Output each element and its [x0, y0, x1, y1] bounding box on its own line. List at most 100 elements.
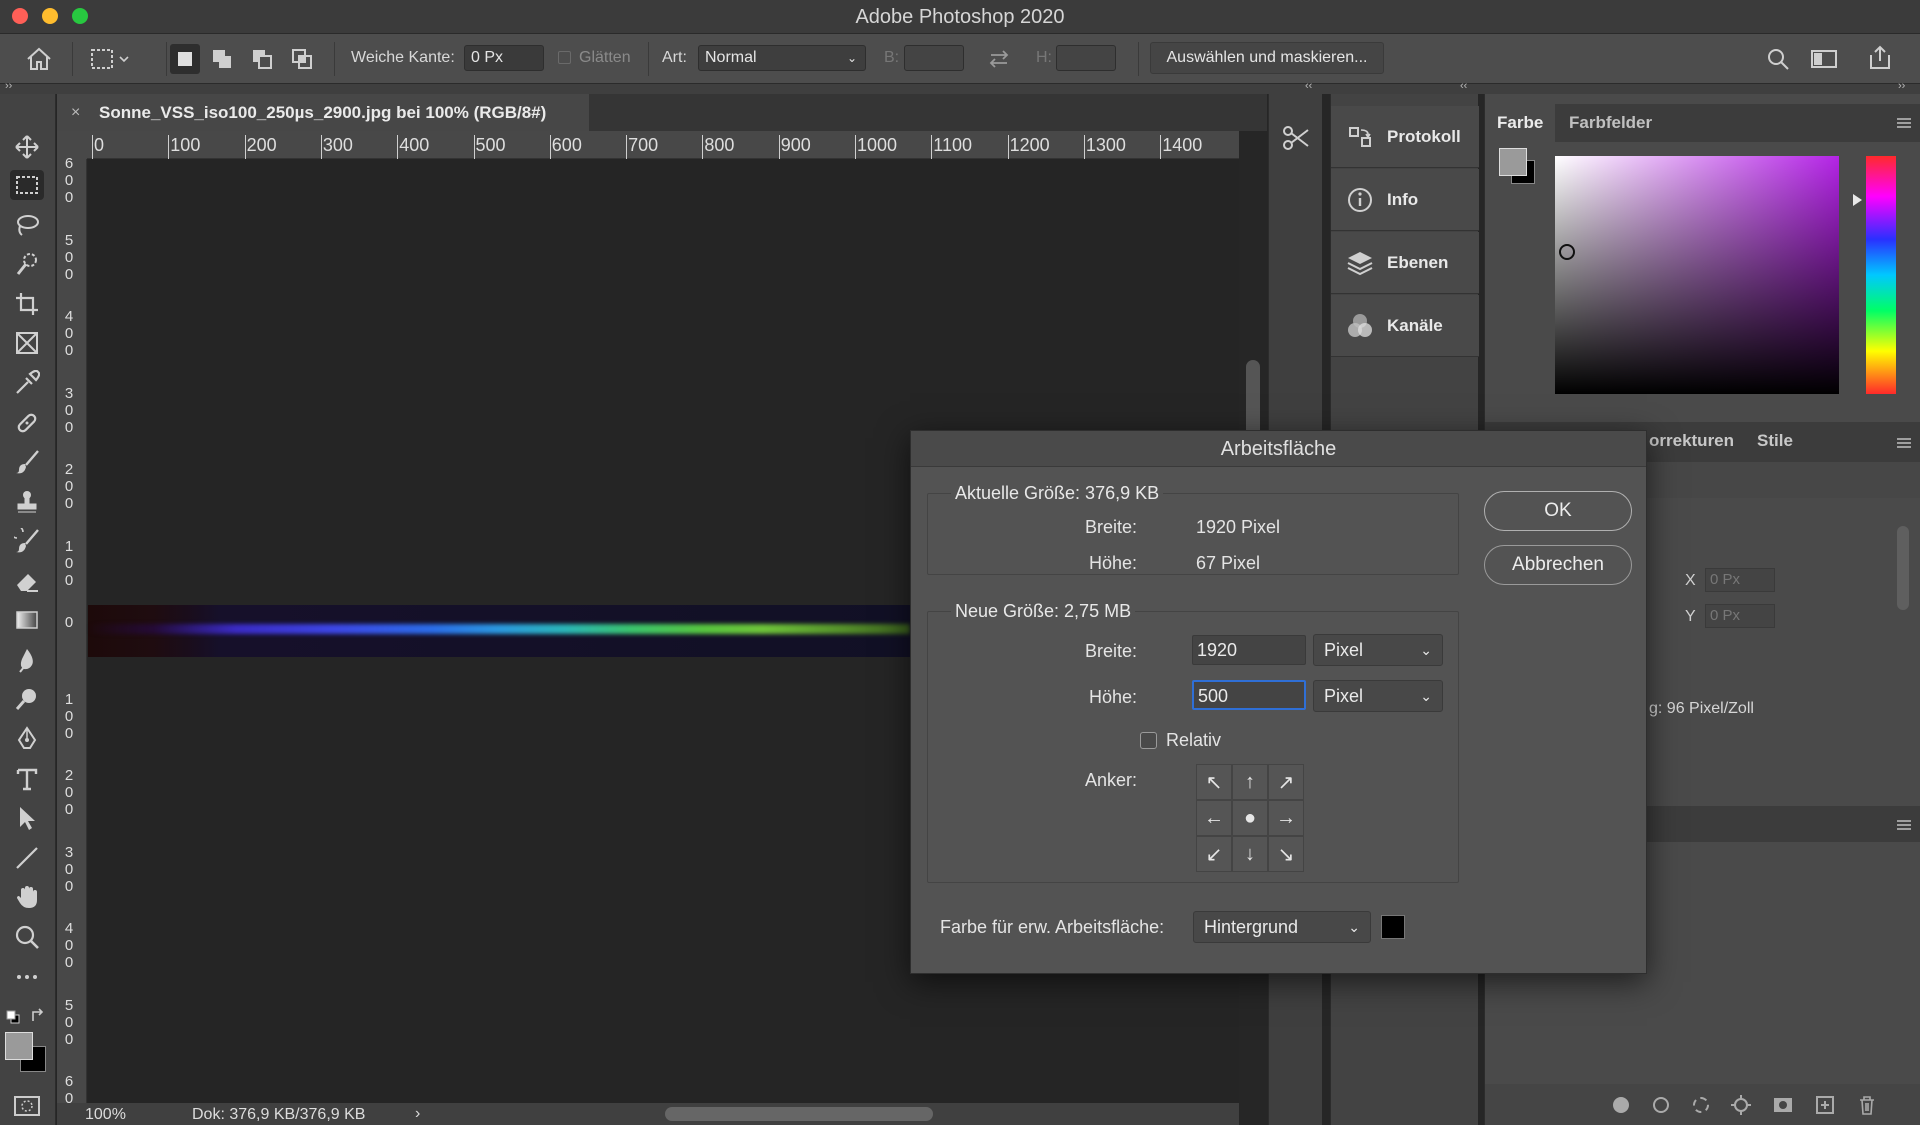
blur-tool-icon[interactable]: [10, 645, 44, 675]
extension-color-select[interactable]: Hintergrund ⌄: [1193, 911, 1371, 943]
anchor-left[interactable]: ←: [1196, 800, 1232, 836]
new-width-input[interactable]: 1920: [1192, 635, 1306, 665]
ok-button[interactable]: OK: [1484, 491, 1632, 531]
quick-selection-tool-icon[interactable]: [10, 249, 44, 279]
feather-input[interactable]: 0 Px: [464, 45, 544, 71]
anchor-top-right[interactable]: ↗: [1268, 764, 1304, 800]
zoom-tool-icon[interactable]: [10, 922, 44, 952]
eyedropper-tool-icon[interactable]: [10, 368, 44, 398]
dodge-tool-icon[interactable]: [10, 684, 44, 714]
panel-menu-icon[interactable]: [1897, 436, 1911, 448]
color-picker-cursor[interactable]: [1559, 244, 1575, 260]
share-icon[interactable]: [1864, 42, 1896, 74]
trash-icon[interactable]: [1857, 1095, 1877, 1115]
anchor-center[interactable]: ●: [1232, 800, 1268, 836]
y-input[interactable]: 0 Px: [1705, 604, 1775, 628]
rectangular-marquee-tool-icon[interactable]: [10, 170, 44, 200]
intersect-selection-icon[interactable]: [288, 44, 318, 74]
marquee-tool-preset-icon[interactable]: [88, 44, 132, 74]
panel-info[interactable]: Info: [1331, 169, 1479, 231]
line-tool-icon[interactable]: [10, 843, 44, 873]
hand-tool-icon[interactable]: [10, 882, 44, 912]
anchor-bottom[interactable]: ↓: [1232, 836, 1268, 872]
add-selection-icon[interactable]: [208, 44, 238, 74]
new-height-input[interactable]: 500: [1192, 680, 1306, 710]
panel-history[interactable]: Protokoll: [1331, 106, 1479, 168]
hue-slider[interactable]: [1866, 156, 1896, 394]
swap-colors-icon[interactable]: [30, 1008, 46, 1024]
quick-mask-icon[interactable]: [12, 1094, 42, 1118]
ruler-tick-label: 5 0 0: [64, 996, 74, 1048]
healing-brush-tool-icon[interactable]: [10, 408, 44, 438]
scissors-icon[interactable]: [1281, 124, 1311, 152]
new-item-icon[interactable]: [1815, 1095, 1835, 1115]
color-picker-field[interactable]: [1555, 156, 1839, 394]
crop-tool-icon[interactable]: [10, 289, 44, 319]
fill-circle-icon[interactable]: [1613, 1097, 1629, 1113]
gradient-tool-icon[interactable]: [10, 605, 44, 635]
outline-circle-icon[interactable]: [1653, 1097, 1669, 1113]
collapse-panels-icon[interactable]: ‹‹: [1305, 80, 1312, 92]
tab-adjustments[interactable]: orrekturen: [1637, 422, 1746, 460]
target-icon[interactable]: [1731, 1095, 1751, 1115]
mask-icon[interactable]: [1773, 1095, 1793, 1115]
eraser-tool-icon[interactable]: [10, 566, 44, 596]
lasso-tool-icon[interactable]: [10, 210, 44, 240]
anchor-bottom-right[interactable]: ↘: [1268, 836, 1304, 872]
zoom-level[interactable]: 100%: [85, 1106, 126, 1124]
new-height-unit-select[interactable]: Pixel ⌄: [1313, 680, 1443, 712]
style-select[interactable]: Normal ⌄: [698, 45, 866, 71]
type-tool-icon[interactable]: [10, 764, 44, 794]
anchor-top[interactable]: ↑: [1232, 764, 1268, 800]
panel-channels[interactable]: Kanäle: [1331, 295, 1479, 357]
more-tools-icon[interactable]: [10, 962, 44, 992]
new-width-unit-select[interactable]: Pixel ⌄: [1313, 634, 1443, 666]
document-tab[interactable]: × Sonne_VSS_iso100_250µs_2900.jpg bei 10…: [57, 94, 589, 131]
panel-layers[interactable]: Ebenen: [1331, 232, 1479, 294]
select-and-mask-button[interactable]: Auswählen und maskieren...: [1150, 42, 1384, 74]
pen-tool-icon[interactable]: [10, 724, 44, 754]
anchor-bottom-left[interactable]: ↙: [1196, 836, 1232, 872]
home-icon[interactable]: [22, 44, 56, 74]
height-input[interactable]: [1056, 45, 1116, 71]
path-selection-tool-icon[interactable]: [10, 803, 44, 833]
anchor-right[interactable]: →: [1268, 800, 1304, 836]
vertical-scrollbar[interactable]: [1246, 360, 1260, 440]
default-colors-icon[interactable]: [6, 1010, 20, 1024]
status-menu-arrow[interactable]: ›: [415, 1105, 420, 1123]
relative-checkbox[interactable]: [1140, 732, 1157, 749]
search-icon[interactable]: [1763, 44, 1793, 74]
swap-icon[interactable]: [986, 46, 1012, 72]
clone-stamp-tool-icon[interactable]: [10, 487, 44, 517]
horizontal-scrollbar[interactable]: [665, 1107, 933, 1121]
width-input[interactable]: [904, 45, 964, 71]
anchor-top-left[interactable]: ↖: [1196, 764, 1232, 800]
frame-tool-icon[interactable]: [10, 328, 44, 358]
brush-tool-icon[interactable]: [10, 447, 44, 477]
cancel-button[interactable]: Abbrechen: [1484, 545, 1632, 585]
history-brush-tool-icon[interactable]: [10, 526, 44, 556]
properties-scrollbar[interactable]: [1897, 526, 1909, 610]
expand-panels-icon[interactable]: ››: [1898, 80, 1905, 92]
horizontal-ruler[interactable]: 0 100 200 300 400 500 600 700 800 900 1000 1100 1200…: [87, 131, 1239, 159]
workspace-icon[interactable]: [1806, 44, 1842, 74]
panel-foreground-swatch[interactable]: [1499, 148, 1527, 176]
new-selection-icon[interactable]: [170, 44, 200, 74]
tab-swatches[interactable]: Farbfelder: [1557, 104, 1664, 142]
expand-toolbar-icon[interactable]: ››: [5, 80, 12, 92]
tab-color[interactable]: Farbe: [1485, 104, 1556, 142]
vertical-ruler[interactable]: 6 0 0 5 0 0 4 0 0 3 0 0 2 0 0 1 0 0 0 1 0 0 2 0 …: [57, 155, 87, 1107]
extension-color-swatch[interactable]: [1381, 915, 1405, 939]
x-input[interactable]: 0 Px: [1705, 568, 1775, 592]
panel-menu-icon[interactable]: [1897, 818, 1911, 830]
foreground-color-swatch[interactable]: [5, 1032, 33, 1060]
move-tool-icon[interactable]: [10, 132, 44, 162]
antialias-checkbox[interactable]: [558, 51, 571, 64]
tab-styles[interactable]: Stile: [1745, 422, 1805, 460]
selection-circle-icon[interactable]: [1693, 1097, 1709, 1113]
panel-menu-icon[interactable]: [1897, 116, 1911, 128]
collapse-panels-icon[interactable]: ‹‹: [1460, 80, 1467, 92]
close-tab-icon[interactable]: ×: [71, 104, 91, 122]
hue-slider-handle[interactable]: [1853, 194, 1862, 206]
subtract-selection-icon[interactable]: [248, 44, 278, 74]
